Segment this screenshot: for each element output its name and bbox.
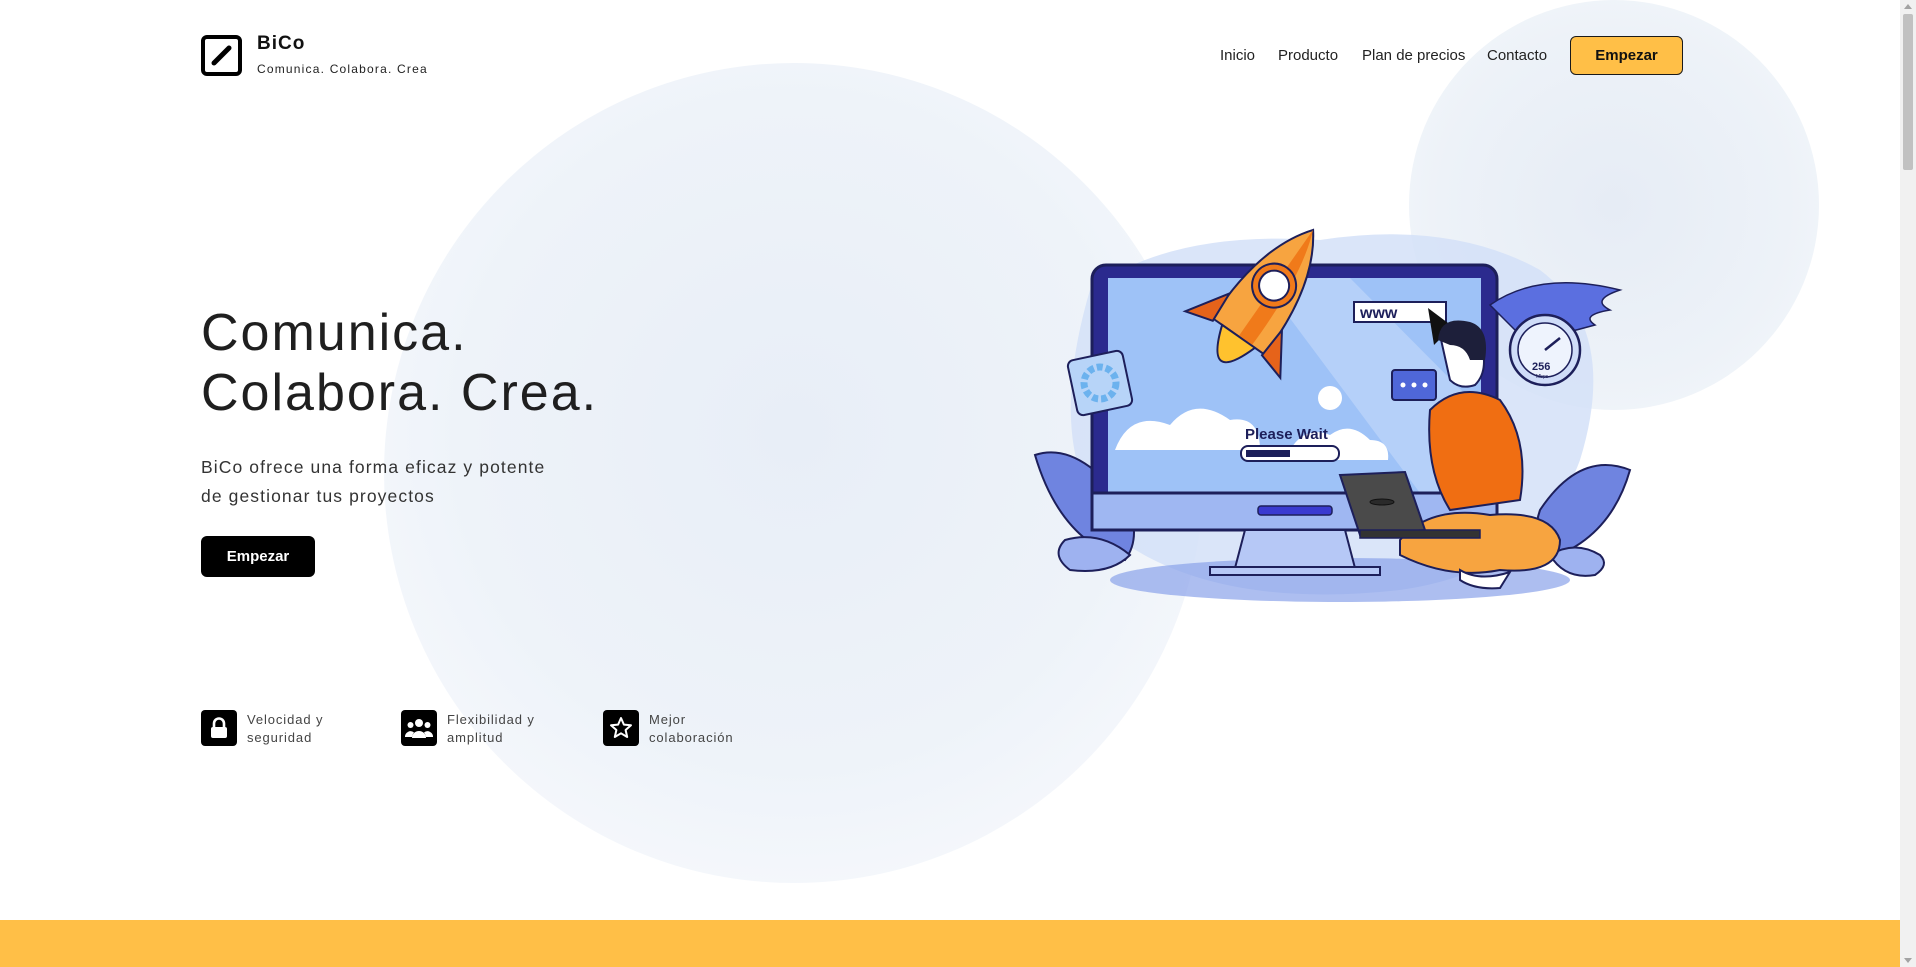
- users-icon: [401, 710, 437, 746]
- pencil-square-icon: [211, 45, 232, 66]
- hero-description: BiCo ofrece una forma eficaz y potente d…: [201, 453, 601, 511]
- brand-tagline: Comunica. Colabora. Crea: [257, 62, 428, 76]
- scroll-up-arrow-icon[interactable]: [1904, 4, 1912, 9]
- feature-label-line-2: seguridad: [247, 730, 313, 745]
- hero-description-line-1: BiCo ofrece una forma eficaz y potente: [201, 457, 546, 477]
- scroll-down-arrow-icon[interactable]: [1904, 958, 1912, 963]
- feature-collaboration: Mejor colaboración: [603, 710, 779, 747]
- hero-description-line-2: de gestionar tus proyectos: [201, 486, 435, 506]
- brand-name[interactable]: BiCo: [257, 33, 305, 55]
- star-icon: [603, 710, 639, 746]
- scrollbar-thumb[interactable]: [1903, 14, 1913, 170]
- lock-icon: [201, 710, 237, 746]
- nav-item-inicio[interactable]: Inicio: [1220, 47, 1255, 64]
- nav-item-contacto[interactable]: Contacto: [1487, 47, 1547, 64]
- vertical-scrollbar[interactable]: [1900, 0, 1916, 967]
- feature-label-line-2: colaboración: [649, 730, 734, 745]
- hero-title-line-2: Colabora. Crea.: [201, 364, 599, 422]
- feature-flexibility: Flexibilidad y amplitud: [401, 710, 577, 747]
- feature-label-line-1: Mejor: [649, 712, 687, 727]
- hero-title: Comunica. Colabora. Crea.: [201, 303, 598, 423]
- logo[interactable]: [201, 35, 242, 76]
- speed-unit-text: Mbps: [1536, 374, 1549, 380]
- feature-label-line-1: Flexibilidad y: [447, 712, 535, 727]
- please-wait-text: Please Wait: [1245, 426, 1328, 443]
- feature-label-line-2: amplitud: [447, 730, 504, 745]
- hero-cta-button[interactable]: Empezar: [201, 536, 315, 577]
- bottom-accent-band: [0, 920, 1900, 967]
- hero-title-line-1: Comunica.: [201, 304, 468, 362]
- page: BiCo Comunica. Colabora. Crea Inicio Pro…: [0, 0, 1916, 967]
- feature-label-line-1: Velocidad y: [247, 712, 324, 727]
- feature-speed-security: Velocidad y seguridad: [201, 710, 377, 747]
- header-cta-button[interactable]: Empezar: [1570, 36, 1683, 75]
- address-bar-text: www: [1359, 305, 1398, 322]
- nav-item-producto[interactable]: Producto: [1278, 47, 1338, 64]
- speed-value-text: 256: [1532, 361, 1550, 373]
- nav-item-plan-de-precios[interactable]: Plan de precios: [1362, 47, 1465, 64]
- hero-illustration: www Please Wait 256 Mbps: [1033, 228, 1632, 602]
